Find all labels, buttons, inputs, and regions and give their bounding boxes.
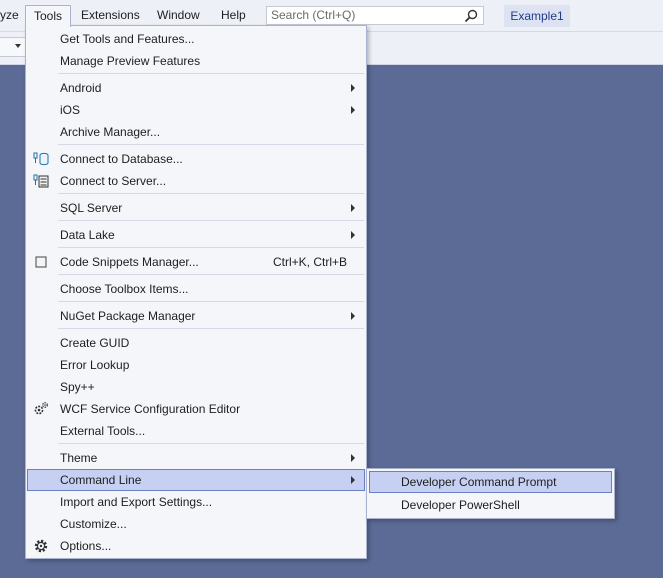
menu-separator [58,301,364,302]
submenu-arrow-icon [351,476,355,484]
menu-item-label: Theme [60,451,98,465]
menu-item-label: Command Line [60,473,142,487]
menu-item-label: iOS [60,103,81,117]
menu-item-android[interactable]: Android [27,77,365,99]
menu-item-wcf-editor[interactable]: WCF Service Configuration Editor [27,398,365,420]
toolbar-dropdown[interactable] [0,37,26,57]
menu-item-customize[interactable]: Customize... [27,513,365,535]
menu-separator [58,193,364,194]
menu-item-ios[interactable]: iOS [27,99,365,121]
menu-tools[interactable]: Tools [25,5,71,27]
menu-item-code-snippets[interactable]: Code Snippets Manager... Ctrl+K, Ctrl+B [27,251,365,273]
menu-separator [58,144,364,145]
search-input[interactable]: Search (Ctrl+Q) [266,6,484,25]
submenu-arrow-icon [351,106,355,114]
submenu-arrow-icon [351,312,355,320]
menu-item-connect-server[interactable]: Connect to Server... [27,170,365,192]
menu-item-import-export[interactable]: Import and Export Settings... [27,491,365,513]
submenu-arrow-icon [351,84,355,92]
menu-item-label: Create GUID [60,336,130,350]
menu-item-manage-preview[interactable]: Manage Preview Features [27,50,365,72]
menu-item-label: Android [60,81,102,95]
menu-item-connect-database[interactable]: Connect to Database... [27,148,365,170]
menu-analyze[interactable]: yze [0,6,19,25]
menu-item-label: Connect to Database... [60,152,183,166]
menu-help[interactable]: Help [221,6,246,25]
menu-separator [58,274,364,275]
menu-separator [58,247,364,248]
menu-item-label: Choose Toolbox Items... [60,282,189,296]
database-connect-icon [33,152,49,166]
submenu-arrow-icon [351,204,355,212]
menu-item-label: WCF Service Configuration Editor [60,402,241,416]
menu-item-theme[interactable]: Theme [27,447,365,469]
menu-item-label: Customize... [60,517,127,531]
tools-menu: Get Tools and Features... Manage Preview… [25,25,367,559]
menu-item-spy[interactable]: Spy++ [27,376,365,398]
search-placeholder: Search (Ctrl+Q) [271,8,356,22]
menu-item-label: Get Tools and Features... [60,32,195,46]
menu-item-label: Manage Preview Features [60,54,201,68]
menu-window[interactable]: Window [157,6,200,25]
menu-item-label: SQL Server [60,201,123,215]
submenu-item-label: Developer PowerShell [401,498,520,512]
menu-item-error-lookup[interactable]: Error Lookup [27,354,365,376]
wcf-config-icon [34,402,48,415]
menu-item-data-lake[interactable]: Data Lake [27,224,365,246]
menu-item-label: Connect to Server... [60,174,167,188]
search-icon [464,9,478,23]
menu-item-label: External Tools... [60,424,146,438]
menu-separator [58,328,364,329]
menu-item-sql-server[interactable]: SQL Server [27,197,365,219]
menu-item-label: Spy++ [60,380,95,394]
menu-separator [58,220,364,221]
menu-separator [58,443,364,444]
submenu-arrow-icon [351,454,355,462]
menu-item-external-tools[interactable]: External Tools... [27,420,365,442]
menu-item-label: Archive Manager... [60,125,161,139]
gear-icon [34,539,48,553]
menu-separator [58,73,364,74]
menu-item-get-tools[interactable]: Get Tools and Features... [27,28,365,50]
command-line-submenu: Developer Command Prompt Developer Power… [366,468,615,519]
menu-item-command-line[interactable]: Command Line [27,469,365,491]
menu-item-label: NuGet Package Manager [60,309,196,323]
chevron-down-icon [15,44,21,48]
submenu-item-developer-command-prompt[interactable]: Developer Command Prompt [369,471,612,493]
menu-item-create-guid[interactable]: Create GUID [27,332,365,354]
menu-item-archive-manager[interactable]: Archive Manager... [27,121,365,143]
menu-item-shortcut: Ctrl+K, Ctrl+B [272,255,347,269]
menu-item-label: Code Snippets Manager... [60,255,199,269]
submenu-arrow-icon [351,231,355,239]
menu-item-choose-toolbox[interactable]: Choose Toolbox Items... [27,278,365,300]
menu-extensions[interactable]: Extensions [81,6,140,25]
menu-item-label: Import and Export Settings... [60,495,213,509]
server-connect-icon [33,174,49,188]
submenu-item-label: Developer Command Prompt [401,475,557,489]
submenu-item-developer-powershell[interactable]: Developer PowerShell [369,494,612,516]
snippet-icon [35,256,47,268]
menu-item-label: Options... [60,539,112,553]
menu-item-nuget[interactable]: NuGet Package Manager [27,305,365,327]
menu-item-label: Data Lake [60,228,115,242]
menu-item-label: Error Lookup [60,358,130,372]
menu-item-options[interactable]: Options... [27,535,365,557]
solution-name-badge[interactable]: Example1 [504,5,570,27]
